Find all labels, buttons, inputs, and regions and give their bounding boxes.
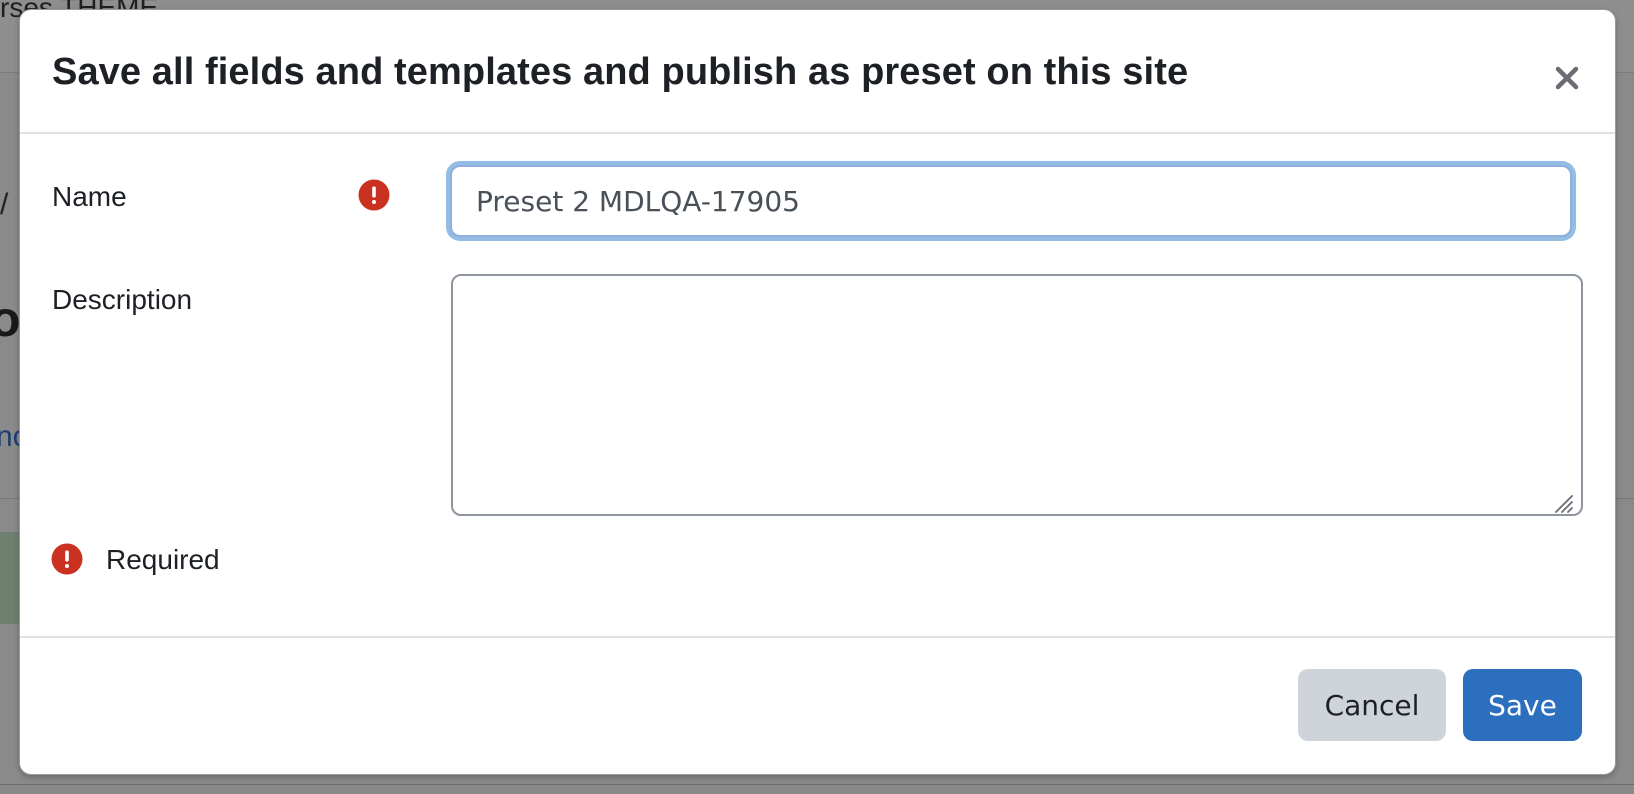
required-legend-icon <box>51 543 83 575</box>
dialog-title: Save all fields and templates and publis… <box>52 51 1189 93</box>
dialog-header: Save all fields and templates and publis… <box>20 10 1615 134</box>
name-input[interactable] <box>450 165 1572 237</box>
save-button[interactable]: Save <box>1463 669 1582 741</box>
exclamation-circle-icon <box>358 179 390 211</box>
background-divider-bottom <box>0 784 1634 785</box>
save-preset-dialog: Save all fields and templates and publis… <box>19 9 1616 775</box>
cancel-button[interactable]: Cancel <box>1298 669 1446 741</box>
close-icon <box>1555 66 1579 90</box>
dialog-footer-divider <box>20 636 1615 638</box>
background-slash: / <box>0 188 9 221</box>
description-textarea[interactable] <box>451 274 1583 516</box>
resize-grip-icon[interactable] <box>1550 490 1574 514</box>
exclamation-circle-icon <box>51 543 83 575</box>
description-label: Description <box>52 284 193 315</box>
name-label: Name <box>52 181 127 212</box>
name-required-icon <box>358 179 390 211</box>
background-heading: o <box>0 291 21 347</box>
required-legend: Required <box>106 544 220 575</box>
close-button[interactable] <box>1549 60 1585 96</box>
